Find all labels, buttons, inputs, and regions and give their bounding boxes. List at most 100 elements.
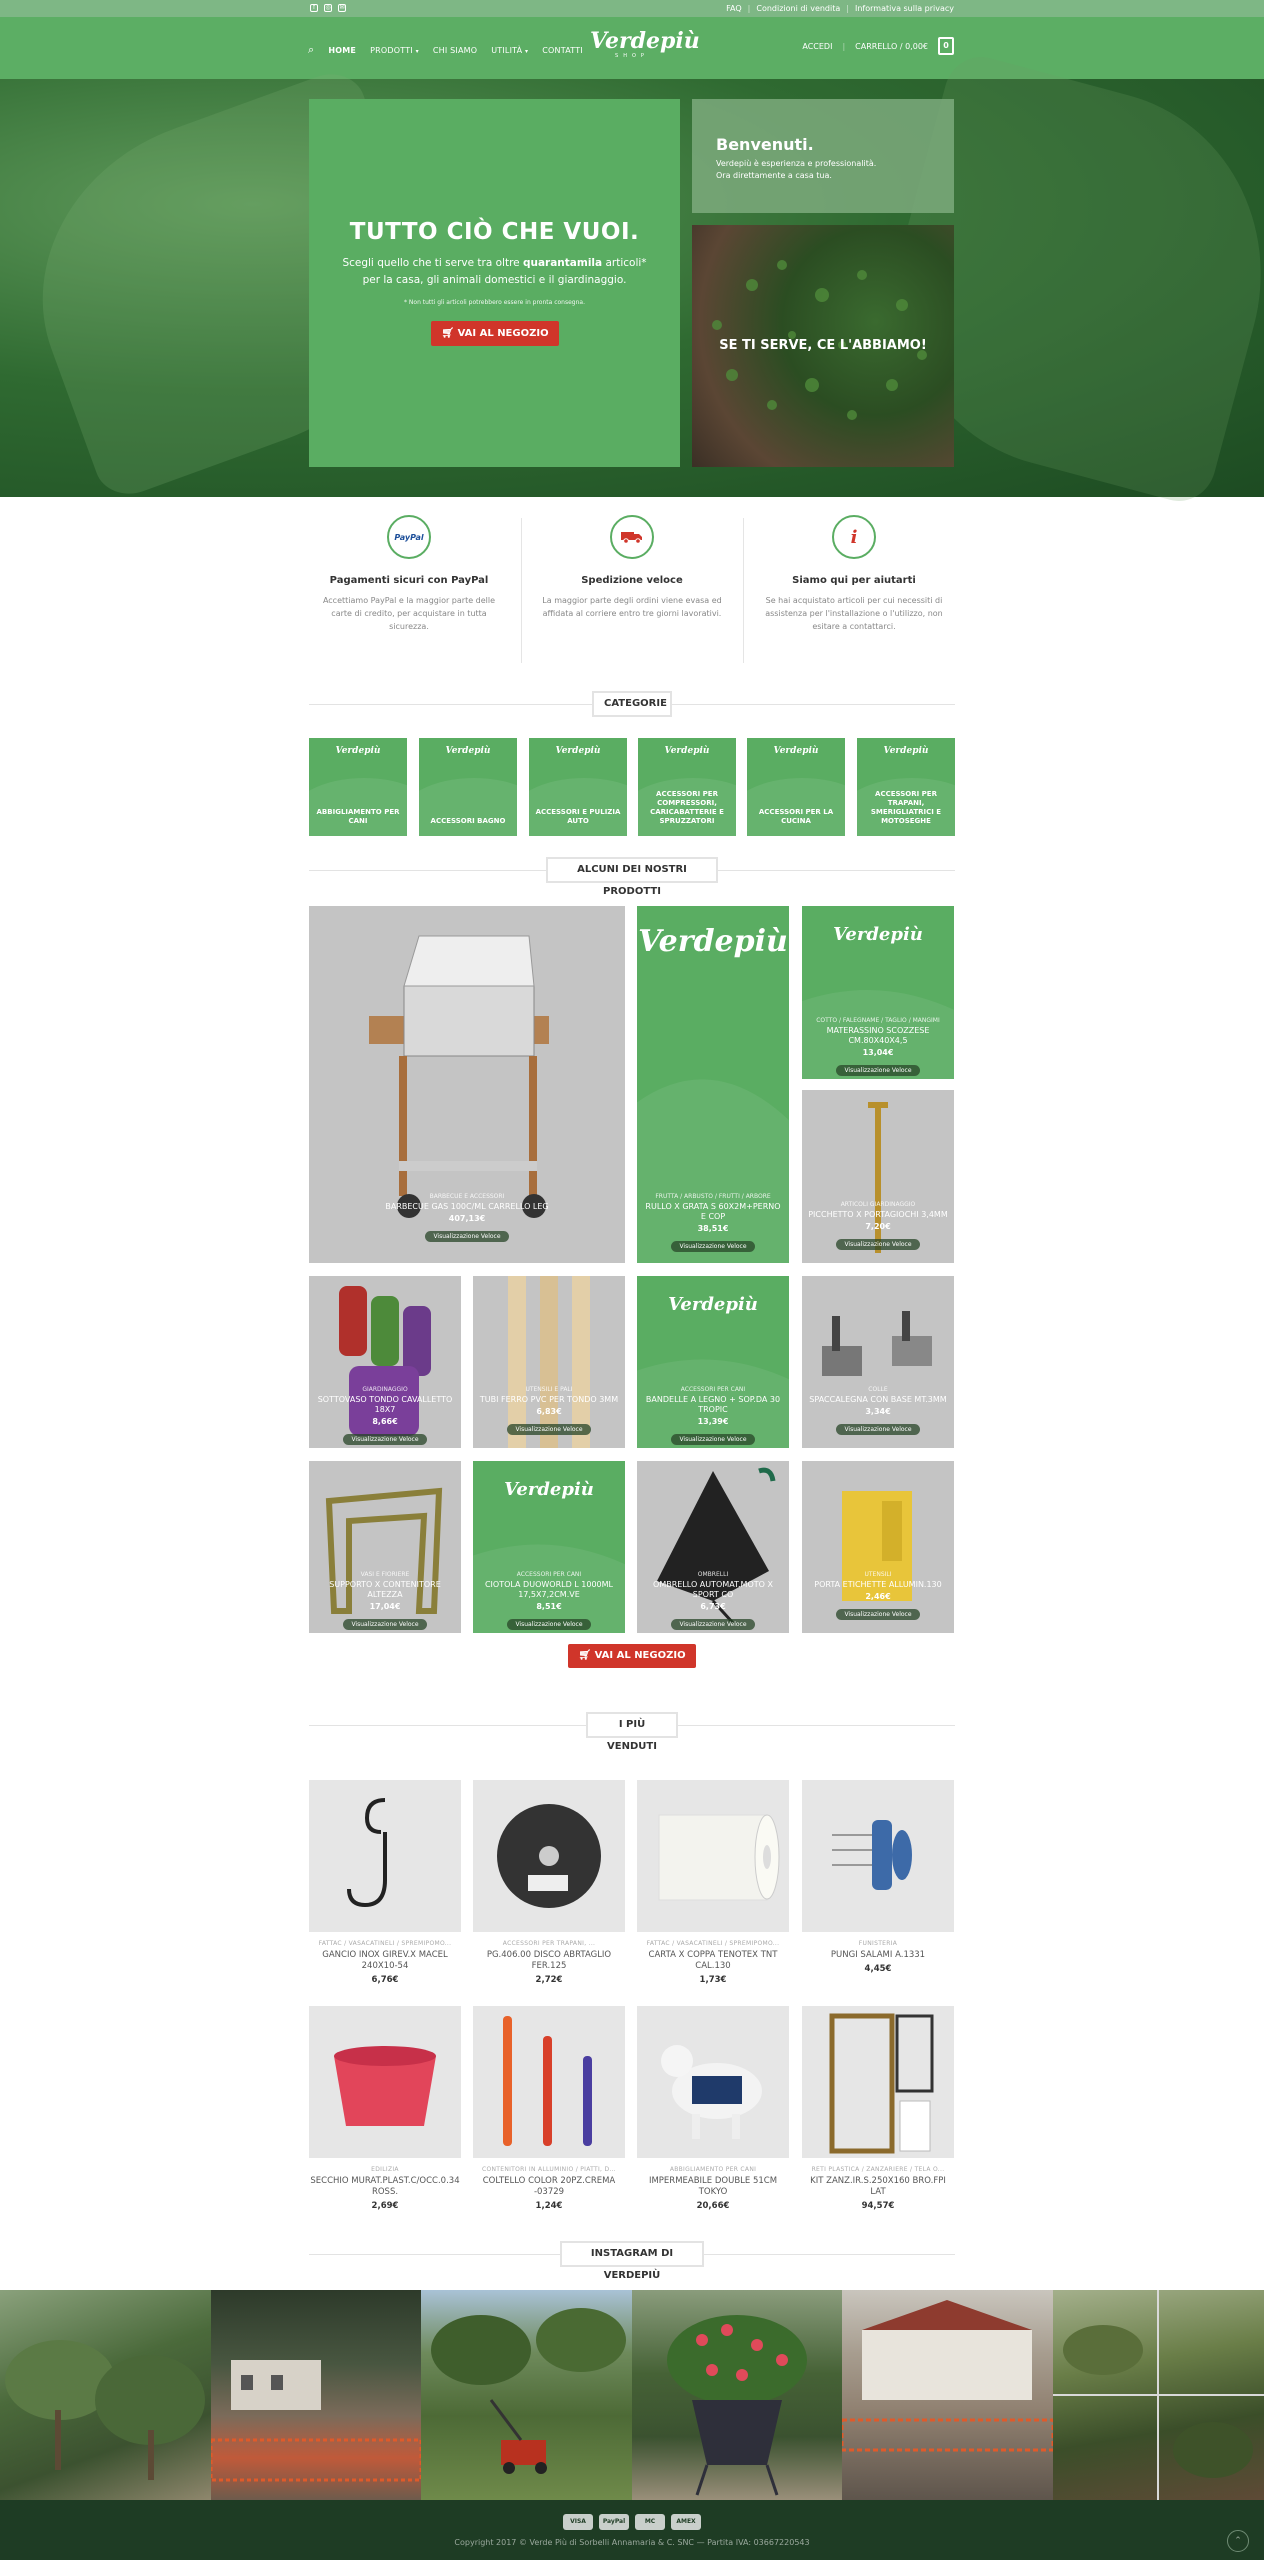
nav-products[interactable]: PRODOTTI ▾ bbox=[370, 46, 419, 55]
facebook-icon[interactable]: f bbox=[310, 4, 318, 12]
product-image[interactable] bbox=[309, 2006, 461, 2158]
product-name[interactable]: GANCIO INOX GIREV.X MACEL 240X10-54 bbox=[309, 1950, 461, 1972]
category-label: ACCESSORI E PULIZIA AUTO bbox=[535, 808, 621, 825]
cart-link[interactable]: CARRELLO / 0,00€ bbox=[855, 42, 928, 51]
privacy-link[interactable]: Informativa sulla privacy bbox=[855, 4, 954, 13]
logo-text: Verdepiù bbox=[590, 28, 700, 54]
faq-link[interactable]: FAQ bbox=[726, 4, 742, 13]
product-name[interactable]: PUNGI SALAMI A.1331 bbox=[802, 1950, 954, 1961]
quick-view-button[interactable]: Visualizzazione Veloce bbox=[343, 1619, 427, 1630]
product-card[interactable]: GIARDINAGGIO SOTTOVASO TONDO CAVALLETTO … bbox=[309, 1276, 461, 1448]
product-name[interactable]: KIT ZANZ.IR.S.250X160 BRO.FPI LAT bbox=[802, 2176, 954, 2198]
product-card[interactable]: Verdepiù ACCESSORI PER CANI BANDELLE A L… bbox=[637, 1276, 789, 1448]
product-card[interactable]: OMBRELLI OMBRELLO AUTOMAT.MOTO X SPORT C… bbox=[637, 1461, 789, 1633]
category-label: ACCESSORI PER TRAPANI, SMERIGLIATRICI E … bbox=[870, 790, 942, 825]
product-image[interactable] bbox=[473, 1780, 625, 1932]
bestseller-card[interactable]: RETI PLASTICA / ZANZARIERE / TELA O... K… bbox=[802, 2006, 954, 2211]
card-decoration bbox=[747, 778, 845, 836]
quick-view-button[interactable]: Visualizzazione Veloce bbox=[425, 1231, 509, 1242]
product-name[interactable]: COLTELLO COLOR 20PZ.CREMA -03729 bbox=[473, 2176, 625, 2198]
hero-text: Scegli quello che ti serve tra oltre qua… bbox=[339, 255, 650, 289]
category-label: ACCESSORI BAGNO bbox=[430, 817, 506, 825]
quick-view-button[interactable]: Visualizzazione Veloce bbox=[507, 1619, 591, 1630]
instagram-photo[interactable] bbox=[632, 2290, 842, 2500]
instagram-photo[interactable] bbox=[0, 2290, 211, 2500]
category-card[interactable]: Verdepiù ACCESSORI BAGNO bbox=[419, 738, 517, 836]
product-image[interactable] bbox=[473, 2006, 625, 2158]
shop-button[interactable]: 🛒︎ VAI AL NEGOZIO bbox=[431, 321, 559, 346]
product-info: ACCESSORI PER CANI CIOTOLA DUOWORLD L 10… bbox=[479, 1571, 619, 1630]
product-image[interactable] bbox=[637, 1780, 789, 1932]
instagram-icon[interactable]: ◎ bbox=[324, 4, 332, 12]
feature-paypal: PayPal Pagamenti sicuri con PayPal Accet… bbox=[304, 513, 514, 663]
quick-view-button[interactable]: Visualizzazione Veloce bbox=[343, 1434, 427, 1445]
product-illustration bbox=[347, 1798, 387, 1908]
category-card[interactable]: Verdepiù ACCESSORI E PULIZIA AUTO bbox=[529, 738, 627, 836]
product-name[interactable]: SECCHIO MURAT.PLAST.C/OCC.0.34 ROSS. bbox=[309, 2176, 461, 2198]
product-card[interactable]: Verdepiù FRUTTA / ARBUSTO / FRUTTI / ARB… bbox=[637, 906, 789, 1263]
product-card[interactable]: Verdepiù COTTO / FALEGNAME / TAGLIO / MA… bbox=[802, 906, 954, 1079]
product-name[interactable]: PG.406.00 DISCO ABRTAGLIO FER.125 bbox=[473, 1950, 625, 1972]
feature-shipping: Spedizione veloce La maggior parte degli… bbox=[527, 513, 737, 663]
product-image[interactable] bbox=[802, 1780, 954, 1932]
nav-about[interactable]: CHI SIAMO bbox=[433, 46, 477, 55]
products-heading: ALCUNI DEI NOSTRI PRODOTTI bbox=[546, 857, 718, 897]
product-card[interactable]: UTENSILI PORTA ETICHETTE ALLUMIN.130 2,4… bbox=[802, 1461, 954, 1633]
product-card[interactable]: COLLE SPACCALEGNA CON BASE MT.3MM 3,34€ … bbox=[802, 1276, 954, 1448]
instagram-photo[interactable] bbox=[421, 2290, 632, 2500]
bestseller-card[interactable]: CONTENITORI IN ALLUMINIO / PIATTI, D... … bbox=[473, 2006, 625, 2211]
login-link[interactable]: ACCEDI bbox=[802, 42, 832, 51]
quick-view-button[interactable]: Visualizzazione Veloce bbox=[671, 1434, 755, 1445]
quick-view-button[interactable]: Visualizzazione Veloce bbox=[671, 1619, 755, 1630]
truck-icon bbox=[610, 515, 654, 559]
product-card[interactable]: ARTICOLI GIARDINAGGIO PICCHETTO X PORTAG… bbox=[802, 1090, 954, 1263]
product-name[interactable]: CARTA X COPPA TENOTEX TNT CAL.130 bbox=[637, 1950, 789, 1972]
cart-icon: 🛒︎ bbox=[441, 328, 458, 339]
quick-view-button[interactable]: Visualizzazione Veloce bbox=[836, 1424, 920, 1435]
quick-view-button[interactable]: Visualizzazione Veloce bbox=[671, 1241, 755, 1252]
nav-utilities[interactable]: UTILITÀ ▾ bbox=[491, 46, 528, 55]
cart-count-badge[interactable]: 0 bbox=[938, 37, 954, 55]
category-card[interactable]: Verdepiù ACCESSORI PER TRAPANI, SMERIGLIA… bbox=[857, 738, 955, 836]
bestseller-card[interactable]: EDILIZIA SECCHIO MURAT.PLAST.C/OCC.0.34 … bbox=[309, 2006, 461, 2211]
product-card[interactable]: BARBECUE E ACCESSORI BARBECUE GAS 100C/M… bbox=[309, 906, 625, 1263]
bestseller-card[interactable]: FATTAC / VASACATINELI / SPREMIPOMO... GA… bbox=[309, 1780, 461, 1985]
quick-view-button[interactable]: Visualizzazione Veloce bbox=[836, 1239, 920, 1250]
bestsellers-heading: I PIÙ VENDUTI bbox=[586, 1712, 678, 1752]
product-image[interactable] bbox=[637, 2006, 789, 2158]
email-icon[interactable]: ✉ bbox=[338, 4, 346, 12]
instagram-photo[interactable] bbox=[209, 2290, 423, 2500]
product-name: TUBI FERRO PVC PER TONDO 3MM bbox=[479, 1395, 619, 1404]
product-name[interactable]: IMPERMEABILE DOUBLE 51CM TOKYO bbox=[637, 2176, 789, 2198]
bestseller-card[interactable]: FUNISTERIA PUNGI SALAMI A.1331 4,45€ bbox=[802, 1780, 954, 1974]
shop-button[interactable]: 🛒︎ VAI AL NEGOZIO bbox=[568, 1644, 696, 1668]
product-name: RULLO X GRATA S 60X2M+PERNO E COP bbox=[645, 1202, 781, 1221]
quick-view-button[interactable]: Visualizzazione Veloce bbox=[507, 1424, 591, 1435]
bestseller-card[interactable]: ABBIGLIAMENTO PER CANI IMPERMEABILE DOUB… bbox=[637, 2006, 789, 2211]
nav-contacts[interactable]: CONTATTI bbox=[542, 46, 583, 55]
category-card[interactable]: Verdepiù ACCESSORI PER COMPRESSORI, CARIC… bbox=[638, 738, 736, 836]
instagram-photo[interactable] bbox=[840, 2290, 1055, 2500]
terms-link[interactable]: Condizioni di vendita bbox=[756, 4, 840, 13]
category-card[interactable]: Verdepiù ACCESSORI PER LA CUCINA bbox=[747, 738, 845, 836]
seedlings-banner[interactable]: SE TI SERVE, CE L'ABBIAMO! bbox=[692, 225, 954, 467]
quick-view-button[interactable]: Visualizzazione Veloce bbox=[836, 1609, 920, 1620]
quick-view-button[interactable]: Visualizzazione Veloce bbox=[836, 1065, 920, 1076]
site-logo[interactable]: Verdepiù SHOP bbox=[590, 28, 700, 67]
bestseller-card[interactable]: FATTAC / VASACATINELI / SPREMIPOMO... CA… bbox=[637, 1780, 789, 1985]
product-card[interactable]: VASI E FIORIERE SUPPORTO X CONTENITORE A… bbox=[309, 1461, 461, 1633]
product-image[interactable] bbox=[309, 1780, 461, 1932]
card-decoration bbox=[419, 778, 517, 836]
product-image[interactable] bbox=[802, 2006, 954, 2158]
back-to-top-button[interactable]: ⌃ bbox=[1227, 2530, 1249, 2552]
category-card[interactable]: Verdepiù ABBIGLIAMENTO PER CANI bbox=[309, 738, 407, 836]
search-icon[interactable]: ⌕ bbox=[308, 43, 314, 57]
nav-home[interactable]: HOME bbox=[328, 46, 356, 55]
instagram-photo[interactable] bbox=[1053, 2290, 1264, 2500]
payment-icons: VISA PayPal MC AMEX bbox=[0, 2514, 1264, 2530]
logo-mark: Verdepiù bbox=[555, 746, 601, 756]
product-price: 407,13€ bbox=[448, 1214, 486, 1223]
product-card[interactable]: Verdepiù ACCESSORI PER CANI CIOTOLA DUOW… bbox=[473, 1461, 625, 1633]
product-card[interactable]: UTENSILI E PALI TUBI FERRO PVC PER TONDO… bbox=[473, 1276, 625, 1448]
bestseller-card[interactable]: ACCESSORI PER TRAPANI, ... PG.406.00 DIS… bbox=[473, 1780, 625, 1985]
